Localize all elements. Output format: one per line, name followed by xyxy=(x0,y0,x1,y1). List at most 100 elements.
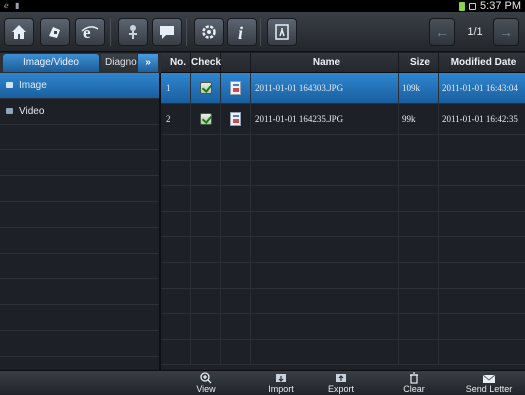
table-body: 1 2011-01-01 164303.JPG 109k 2011-01-01 … xyxy=(161,73,525,366)
import-button[interactable]: Import xyxy=(251,372,311,395)
export-button[interactable]: Export xyxy=(311,372,371,395)
file-type-cell xyxy=(221,73,251,103)
prev-page-button[interactable]: ← xyxy=(429,18,455,46)
tab-image-video[interactable]: Image/Video xyxy=(3,54,99,72)
next-page-button[interactable]: → xyxy=(493,18,519,46)
pin-button[interactable] xyxy=(118,18,148,46)
tab-diagnose[interactable]: Diagnose xyxy=(101,54,137,72)
table-header: No. Check Name Size Modified Date xyxy=(161,53,525,73)
arrow-right-icon: → xyxy=(499,24,513,40)
file-table: No. Check Name Size Modified Date 1 2011… xyxy=(161,53,525,370)
column-header-name[interactable]: Name xyxy=(251,53,399,72)
home-icon xyxy=(12,25,26,39)
list-item-empty xyxy=(0,331,159,357)
export-button-label: Export xyxy=(327,384,354,394)
top-toolbar: e i ← 1/1 → xyxy=(0,12,525,52)
send-letter-button[interactable]: Send Letter xyxy=(459,372,519,395)
row-checkbox[interactable] xyxy=(191,73,221,103)
list-item-empty xyxy=(0,202,159,228)
table-row-empty xyxy=(161,135,525,161)
arrow-left-icon: ← xyxy=(435,24,449,40)
list-item-empty xyxy=(0,176,159,202)
category-tabs: Image/Video Diagnose » xyxy=(0,53,161,73)
settings-button[interactable] xyxy=(194,18,224,46)
table-row-empty xyxy=(161,262,525,289)
bottom-action-bar: View Import Export Clear Send Letter xyxy=(0,370,525,395)
battery-icon xyxy=(459,1,466,11)
notification-icon: ℯ ▮ xyxy=(4,1,22,10)
app-root: ℯ ▮ 5:37 PM e i ← 1/1 → Image/Video Diag… xyxy=(0,0,525,395)
exit-button[interactable] xyxy=(267,18,297,46)
view-button[interactable]: View xyxy=(176,372,236,395)
row-number: 1 xyxy=(161,73,191,103)
pager: ← 1/1 → xyxy=(429,18,521,46)
table-row-empty xyxy=(161,186,525,212)
image-file-icon xyxy=(230,81,241,95)
image-category-icon xyxy=(6,82,13,89)
message-icon xyxy=(160,26,174,39)
svg-text:e: e xyxy=(83,23,91,42)
status-bar: ℯ ▮ 5:37 PM xyxy=(0,0,525,12)
clear-button-label: Clear xyxy=(403,384,425,394)
column-header-date[interactable]: Modified Date xyxy=(439,53,525,72)
column-header-size[interactable]: Size xyxy=(399,53,439,72)
page-indicator: 1/1 xyxy=(467,26,483,38)
browser-button[interactable]: e xyxy=(75,18,105,46)
message-button[interactable] xyxy=(152,18,182,46)
row-number: 2 xyxy=(161,104,191,134)
list-item-empty xyxy=(0,228,159,254)
import-button-label: Import xyxy=(268,384,294,394)
file-type-cell xyxy=(221,104,251,134)
file-date: 2011-01-01 16:43:04 xyxy=(442,83,518,93)
column-header-check[interactable]: Check xyxy=(191,53,221,72)
list-item-empty xyxy=(0,125,159,151)
status-time: 5:37 PM xyxy=(480,0,521,12)
category-item-image[interactable]: Image xyxy=(0,73,159,99)
list-item-empty xyxy=(0,150,159,177)
column-header-icon xyxy=(221,53,251,72)
list-item-empty xyxy=(0,279,159,306)
checkbox-checked-icon xyxy=(199,82,212,94)
trash-icon xyxy=(410,372,418,384)
file-name: 2011-01-01 164235.JPG xyxy=(251,104,399,134)
svg-text:i: i xyxy=(238,23,243,42)
file-date: 2011-01-01 16:42:35 xyxy=(442,114,518,124)
category-list: Image Video xyxy=(0,73,159,383)
file-name: 2011-01-01 164303.JPG xyxy=(251,73,399,103)
image-file-icon xyxy=(230,112,241,126)
view-button-label: View xyxy=(196,384,216,394)
file-size: 99k xyxy=(399,104,439,134)
video-category-icon xyxy=(6,108,13,115)
send-letter-button-label: Send Letter xyxy=(465,384,513,394)
info-icon: i xyxy=(238,23,243,42)
settings-icon xyxy=(202,25,216,39)
table-row-empty xyxy=(161,314,525,340)
category-item-label: Video xyxy=(19,105,45,117)
row-checkbox[interactable] xyxy=(191,104,221,134)
file-size: 109k xyxy=(399,73,439,103)
home-button[interactable] xyxy=(4,18,34,46)
info-button[interactable]: i xyxy=(227,18,257,46)
export-icon xyxy=(336,374,346,382)
list-item-empty xyxy=(0,254,159,280)
table-row-empty xyxy=(161,237,525,263)
envelope-icon xyxy=(482,374,496,383)
import-icon xyxy=(276,374,286,382)
sd-card-icon xyxy=(469,2,477,10)
column-header-no[interactable]: No. xyxy=(161,53,191,72)
table-row-empty xyxy=(161,160,525,187)
table-row[interactable]: 1 2011-01-01 164303.JPG 109k 2011-01-01 … xyxy=(161,73,525,104)
zoom-icon xyxy=(200,372,212,384)
category-item-video[interactable]: Video xyxy=(0,99,159,125)
exit-icon xyxy=(275,24,289,40)
table-row[interactable]: 2 2011-01-01 164235.JPG 99k 2011-01-01 1… xyxy=(161,104,525,135)
category-panel: Image/Video Diagnose » Image Video xyxy=(0,53,161,383)
more-tabs-button[interactable]: » xyxy=(138,54,158,72)
vehicle-icon xyxy=(49,27,60,38)
pin-icon xyxy=(129,25,137,39)
vehicle-button[interactable] xyxy=(40,18,70,46)
table-row-empty xyxy=(161,288,525,315)
table-row-empty xyxy=(161,339,525,366)
browser-icon: e xyxy=(81,23,99,42)
clear-button[interactable]: Clear xyxy=(384,372,444,395)
